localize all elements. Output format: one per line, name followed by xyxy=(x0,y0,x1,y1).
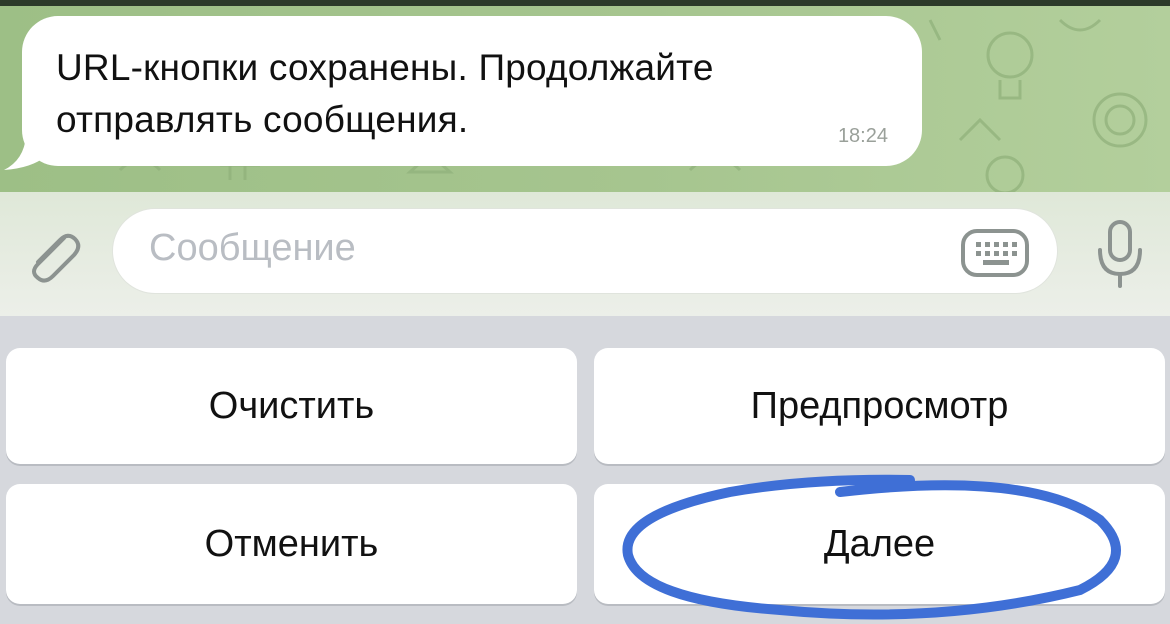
message-bubble: URL-кнопки сохранены. Продолжайте отправ… xyxy=(22,16,922,166)
message-text: URL-кнопки сохранены. Продолжайте отправ… xyxy=(56,47,714,140)
chat-area: URL-кнопки сохранены. Продолжайте отправ… xyxy=(0,0,1170,192)
microphone-icon[interactable] xyxy=(1090,216,1150,292)
clear-button[interactable]: Очистить xyxy=(6,348,577,464)
cancel-button-label: Отменить xyxy=(204,522,379,565)
next-button-label: Далее xyxy=(823,522,936,565)
input-bar: Сообщение xyxy=(0,192,1170,316)
keyboard-icon[interactable] xyxy=(959,227,1031,279)
cancel-button[interactable]: Отменить xyxy=(6,484,577,604)
message-time: 18:24 xyxy=(837,125,888,147)
preview-button[interactable]: Предпросмотр xyxy=(594,348,1165,464)
preview-button-label: Предпросмотр xyxy=(750,384,1009,427)
reply-keyboard: Очистить Предпросмотр Отменить Далее xyxy=(0,316,1170,624)
telegram-chat-screen: URL-кнопки сохранены. Продолжайте отправ… xyxy=(0,0,1170,624)
message-input[interactable]: Сообщение xyxy=(112,208,1058,294)
next-button[interactable]: Далее xyxy=(594,484,1165,604)
message-placeholder: Сообщение xyxy=(149,227,356,269)
paperclip-icon[interactable] xyxy=(18,222,88,292)
clear-button-label: Очистить xyxy=(208,384,375,427)
